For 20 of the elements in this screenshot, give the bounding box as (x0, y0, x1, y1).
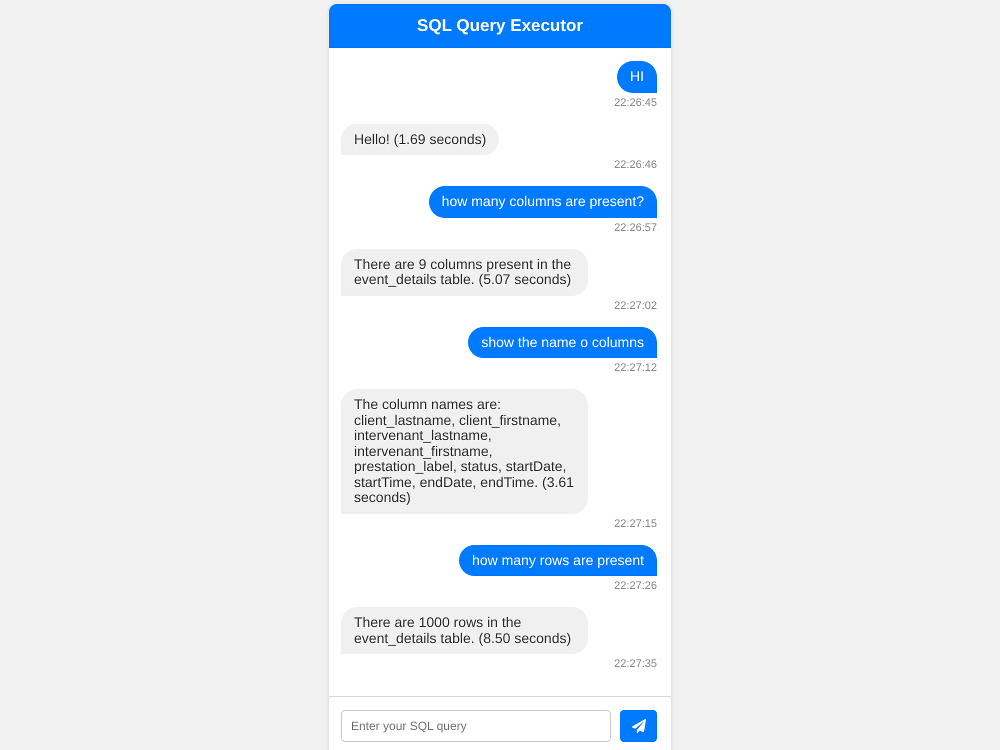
message-timestamp: 22:26:45 (614, 96, 657, 110)
bot-message: There are 9 columns present in the event_details table. (5.07 seconds) (341, 248, 588, 296)
user-message: HI (617, 61, 657, 92)
message-timestamp: 22:27:02 (614, 300, 657, 312)
user-message: how many rows are present (459, 544, 657, 576)
message-timestamp: 22:26:57 (614, 222, 657, 234)
message-timestamp: 22:26:46 (614, 159, 657, 172)
message-timestamp: 22:27:15 (614, 518, 657, 530)
send-button[interactable] (620, 710, 657, 742)
message-timestamp: 22:27:26 (614, 580, 657, 593)
app-title: SQL Query Executor (417, 16, 583, 36)
user-message: how many columns are present? (428, 186, 657, 218)
bot-message: The column names are: client_lastname, client_firstname, intervenant_lastname, intervenant_firstname, prestation_label, status, startDate, startTime, endDate, endTime. (3.61 seconds) (341, 389, 588, 514)
bot-message: There are 1000 rows in the event_details table. (8.50 seconds) (341, 607, 588, 654)
bot-message: Hello! (1.69 seconds) (341, 124, 500, 155)
message-timestamp: 22:27:12 (614, 362, 657, 375)
query-input[interactable]: Enter your SQL query (341, 710, 611, 742)
message-timestamp: 22:27:35 (614, 658, 657, 671)
user-message: show the name o columns (468, 326, 657, 358)
send-icon (632, 719, 646, 733)
